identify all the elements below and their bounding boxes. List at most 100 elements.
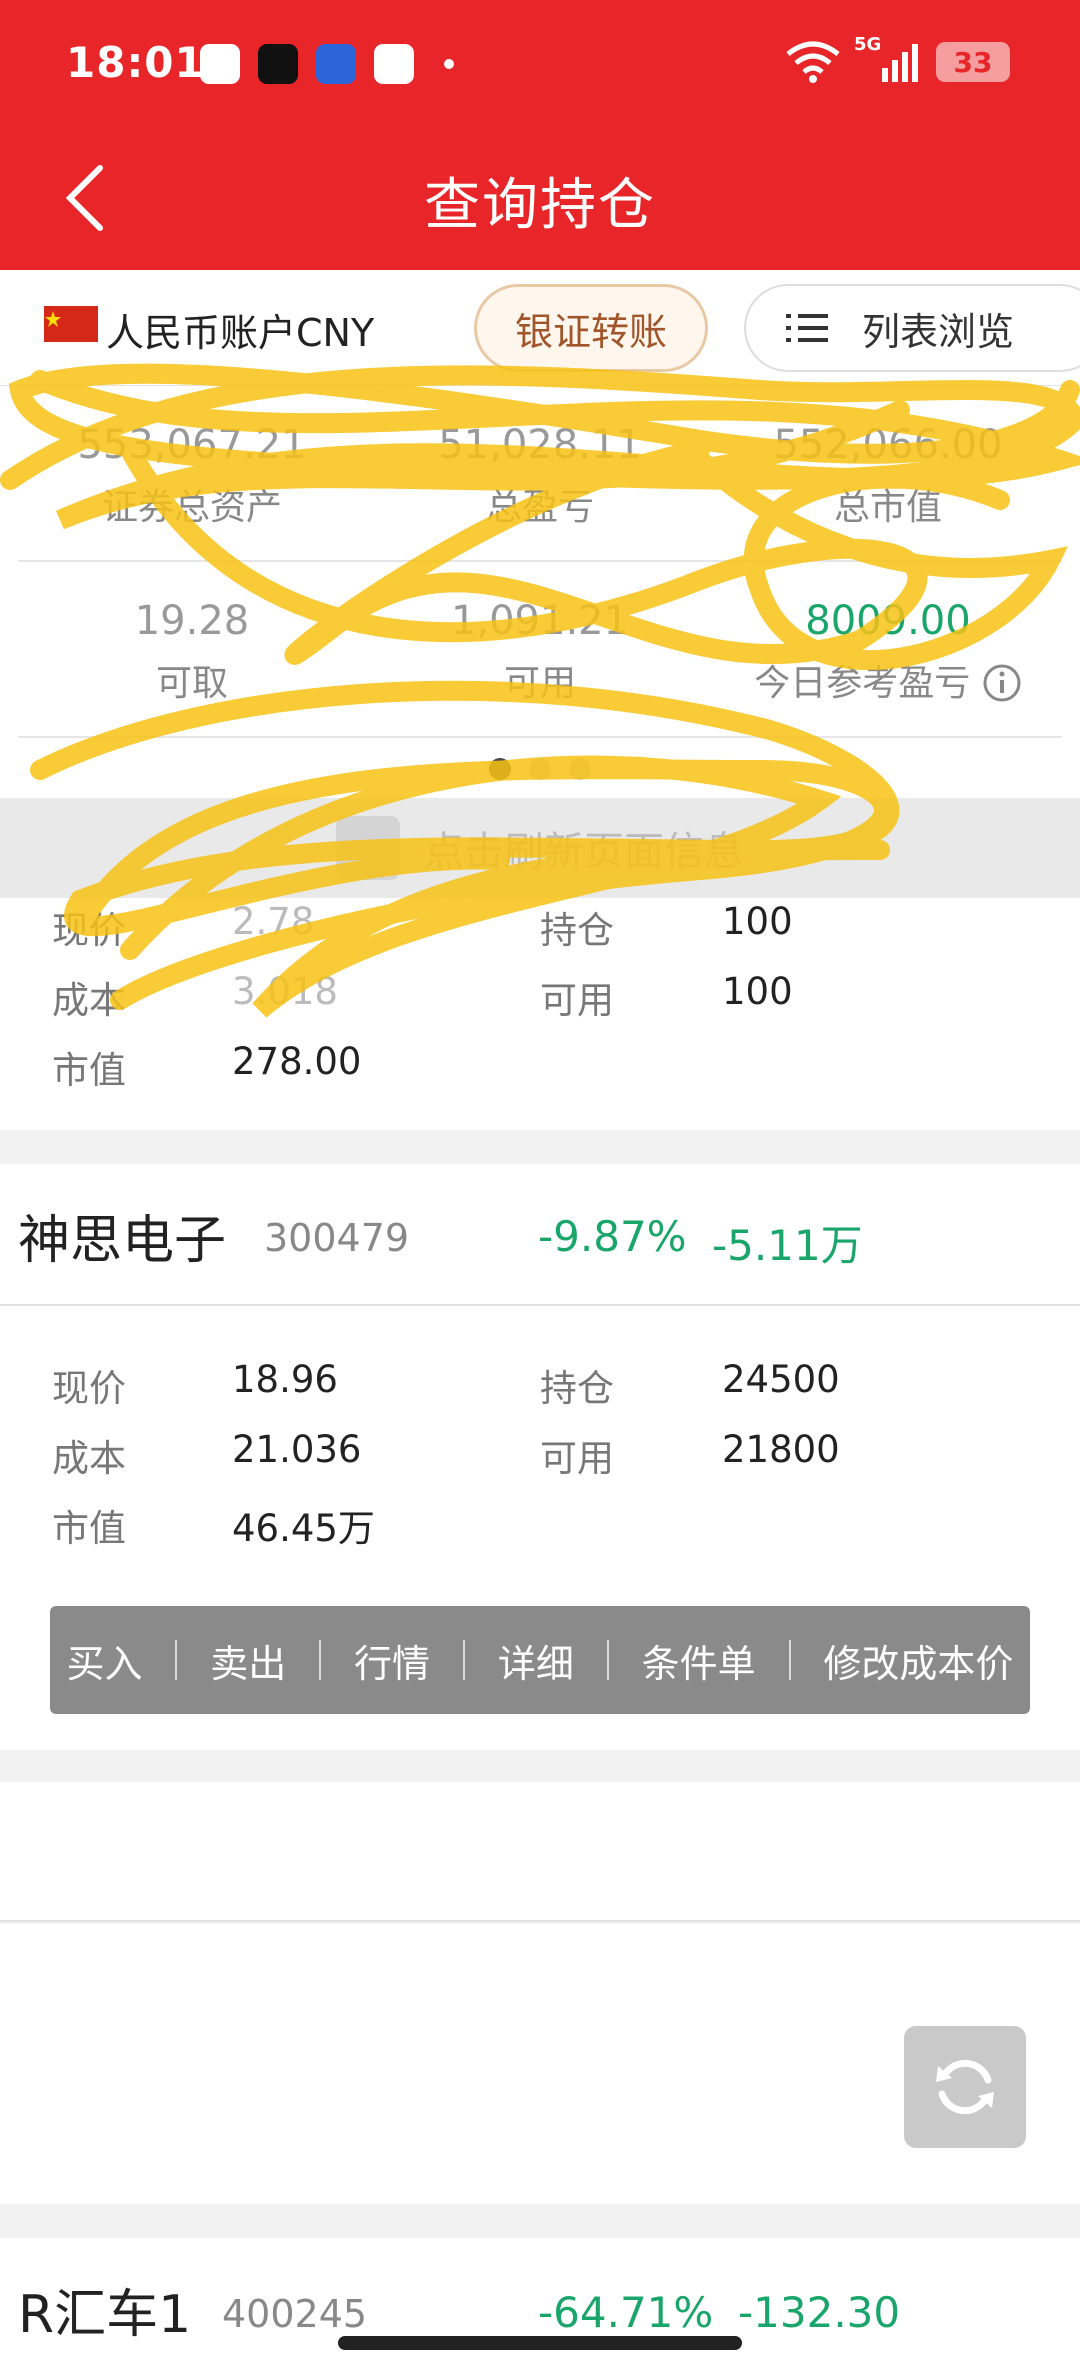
battery-level: 33 (953, 45, 993, 79)
summary-row-2: 19.28 可取 1,091.21 可用 8009.00 今日参考盈亏 (18, 562, 1062, 738)
holding-1-available-value: 100 (722, 970, 793, 1013)
holding-1-detail[interactable]: 现价 2.78 持仓 100 成本 3.018 可用 100 市值 278.00 (0, 898, 1080, 1130)
total-pnl-label: 总盈亏 (485, 487, 594, 528)
withdrawable-value: 19.28 (134, 598, 250, 644)
list-view-label: 列表浏览 (862, 309, 1015, 354)
holding-2-code: 300479 (264, 1216, 410, 1260)
refresh-info-bar[interactable]: 点击刷新页面信息 (0, 798, 1080, 898)
summary-row-1: 553,067.21 证券总资产 51,028.11 总盈亏 552,066.0… (18, 386, 1062, 562)
holding-2-change-pct: -9.87% (538, 1212, 687, 1261)
holding-2-action-bar: 买入 卖出 行情 详细 条件单 修改成本价 (50, 1606, 1030, 1714)
browser-app-icon (374, 44, 414, 84)
holding-1-price-value: 2.78 (232, 900, 315, 943)
holding-1-market-value-value: 278.00 (232, 1040, 362, 1083)
quote-button[interactable]: 行情 (354, 1633, 430, 1688)
holding-2-price-value: 18.96 (232, 1358, 338, 1401)
info-icon[interactable] (982, 663, 1022, 703)
holding-1-cost: 成本 (52, 979, 126, 1022)
holding-2-position: 持仓 (540, 1367, 614, 1410)
home-indicator[interactable] (338, 2336, 742, 2350)
holding-2-market-value-value: 46.45万 (232, 1507, 375, 1550)
holding-4-change-pct: -64.71% (538, 2288, 714, 2337)
asset-summary[interactable]: 553,067.21 证券总资产 51,028.11 总盈亏 552,066.0… (0, 386, 1080, 798)
holding-2-header[interactable]: 神思电子 300479 -9.87% -5.11万 (0, 1164, 1080, 1306)
holding-1-position: 持仓 (540, 909, 614, 952)
floating-refresh-button[interactable] (904, 2026, 1026, 2148)
signal-icon: 5G (854, 34, 918, 82)
pager-dot-1 (489, 758, 511, 780)
more-notifications-dot (444, 59, 454, 69)
holding-4-code: 400245 (222, 2292, 368, 2336)
refresh-text: 点击刷新页面信息 (424, 829, 744, 875)
detail-button[interactable]: 详细 (498, 1633, 574, 1688)
total-assets-value: 553,067.21 (77, 422, 307, 468)
holding-1-cost-value: 3.018 (232, 970, 338, 1013)
header-bar: 18:01 5G 33 查询持仓 (0, 0, 1080, 270)
total-pnl: 51,028.11 总盈亏 (366, 386, 714, 560)
today-pnl: 8009.00 今日参考盈亏 (714, 562, 1062, 736)
sell-button[interactable]: 卖出 (210, 1633, 286, 1688)
today-pnl-value: 8009.00 (805, 598, 971, 644)
holding-4-pnl: -132.30 (738, 2288, 901, 2337)
summary-pager[interactable] (0, 758, 1080, 780)
today-pnl-label: 今日参考盈亏 (754, 663, 971, 704)
total-assets-label: 证券总资产 (101, 487, 282, 528)
divider (319, 1640, 322, 1680)
available-cash-label: 可用 (503, 663, 576, 704)
available-cash: 1,091.21 可用 (366, 562, 714, 736)
app-notification-icon (200, 44, 240, 84)
music-app-icon (258, 44, 298, 84)
bank-transfer-button[interactable]: 银证转账 (474, 284, 708, 372)
total-market-value: 552,066.00 总市值 (714, 386, 1062, 560)
page-title: 查询持仓 (424, 173, 656, 238)
available-cash-value: 1,091.21 (450, 598, 630, 644)
pager-dot-2 (529, 758, 551, 780)
total-market-value-label: 总市值 (833, 487, 942, 528)
total-assets: 553,067.21 证券总资产 (18, 386, 366, 560)
holding-2-detail: 现价 18.96 持仓 24500 成本 21.036 可用 21800 市值 … (0, 1306, 1080, 1750)
account-name[interactable]: 人民币账户CNY (106, 302, 374, 357)
network-type: 5G (854, 34, 882, 55)
refresh-icon (336, 816, 400, 880)
holding-3-header-blurred[interactable] (0, 1782, 1080, 1922)
holding-2-available: 可用 (540, 1437, 614, 1480)
holding-2-available-value: 21800 (722, 1428, 840, 1471)
holding-2-name: 神思电子 (18, 1211, 227, 1271)
modify-cost-button[interactable]: 修改成本价 (823, 1633, 1013, 1688)
holding-4-name: R汇车1 (18, 2285, 192, 2345)
status-time: 18:01 (66, 38, 205, 87)
holding-2-market-value: 市值 (52, 1507, 126, 1550)
holding-1-market-value: 市值 (52, 1049, 126, 1092)
holding-2-price: 现价 (52, 1367, 126, 1410)
today-pnl-label-wrap: 今日参考盈亏 (714, 654, 1062, 706)
buy-button[interactable]: 买入 (66, 1633, 142, 1688)
notification-icons (200, 44, 454, 84)
withdrawable-label: 可取 (155, 663, 228, 704)
conditional-order-button[interactable]: 条件单 (642, 1633, 756, 1688)
divider (462, 1640, 465, 1680)
holding-4-header[interactable]: R汇车1 400245 -64.71% -132.30 (0, 2238, 1080, 2376)
divider (788, 1640, 791, 1680)
holding-1-available: 可用 (540, 979, 614, 1022)
holding-2-position-value: 24500 (722, 1358, 840, 1401)
car-app-icon (316, 44, 356, 84)
status-bar: 18:01 5G 33 (0, 0, 1080, 128)
pager-dot-3 (569, 758, 591, 780)
list-icon (786, 314, 828, 342)
title-bar: 查询持仓 (0, 128, 1080, 270)
total-market-value-value: 552,066.00 (773, 422, 1003, 468)
china-flag-icon (44, 306, 98, 342)
holding-2-pnl: -5.11万 (712, 1221, 863, 1270)
holding-2-cost: 成本 (52, 1437, 126, 1480)
status-right: 5G 33 (784, 34, 1010, 84)
account-bar: 人民币账户CNY 银证转账 列表浏览 (0, 270, 1080, 386)
battery-icon: 33 (936, 42, 1010, 82)
wifi-icon (786, 41, 840, 83)
divider (175, 1640, 178, 1680)
refresh-icon (936, 2059, 994, 2115)
divider (606, 1640, 609, 1680)
total-pnl-value: 51,028.11 (438, 422, 642, 468)
list-view-button[interactable]: 列表浏览 (744, 284, 1080, 372)
withdrawable: 19.28 可取 (18, 562, 366, 736)
holding-1-position-value: 100 (722, 900, 793, 943)
